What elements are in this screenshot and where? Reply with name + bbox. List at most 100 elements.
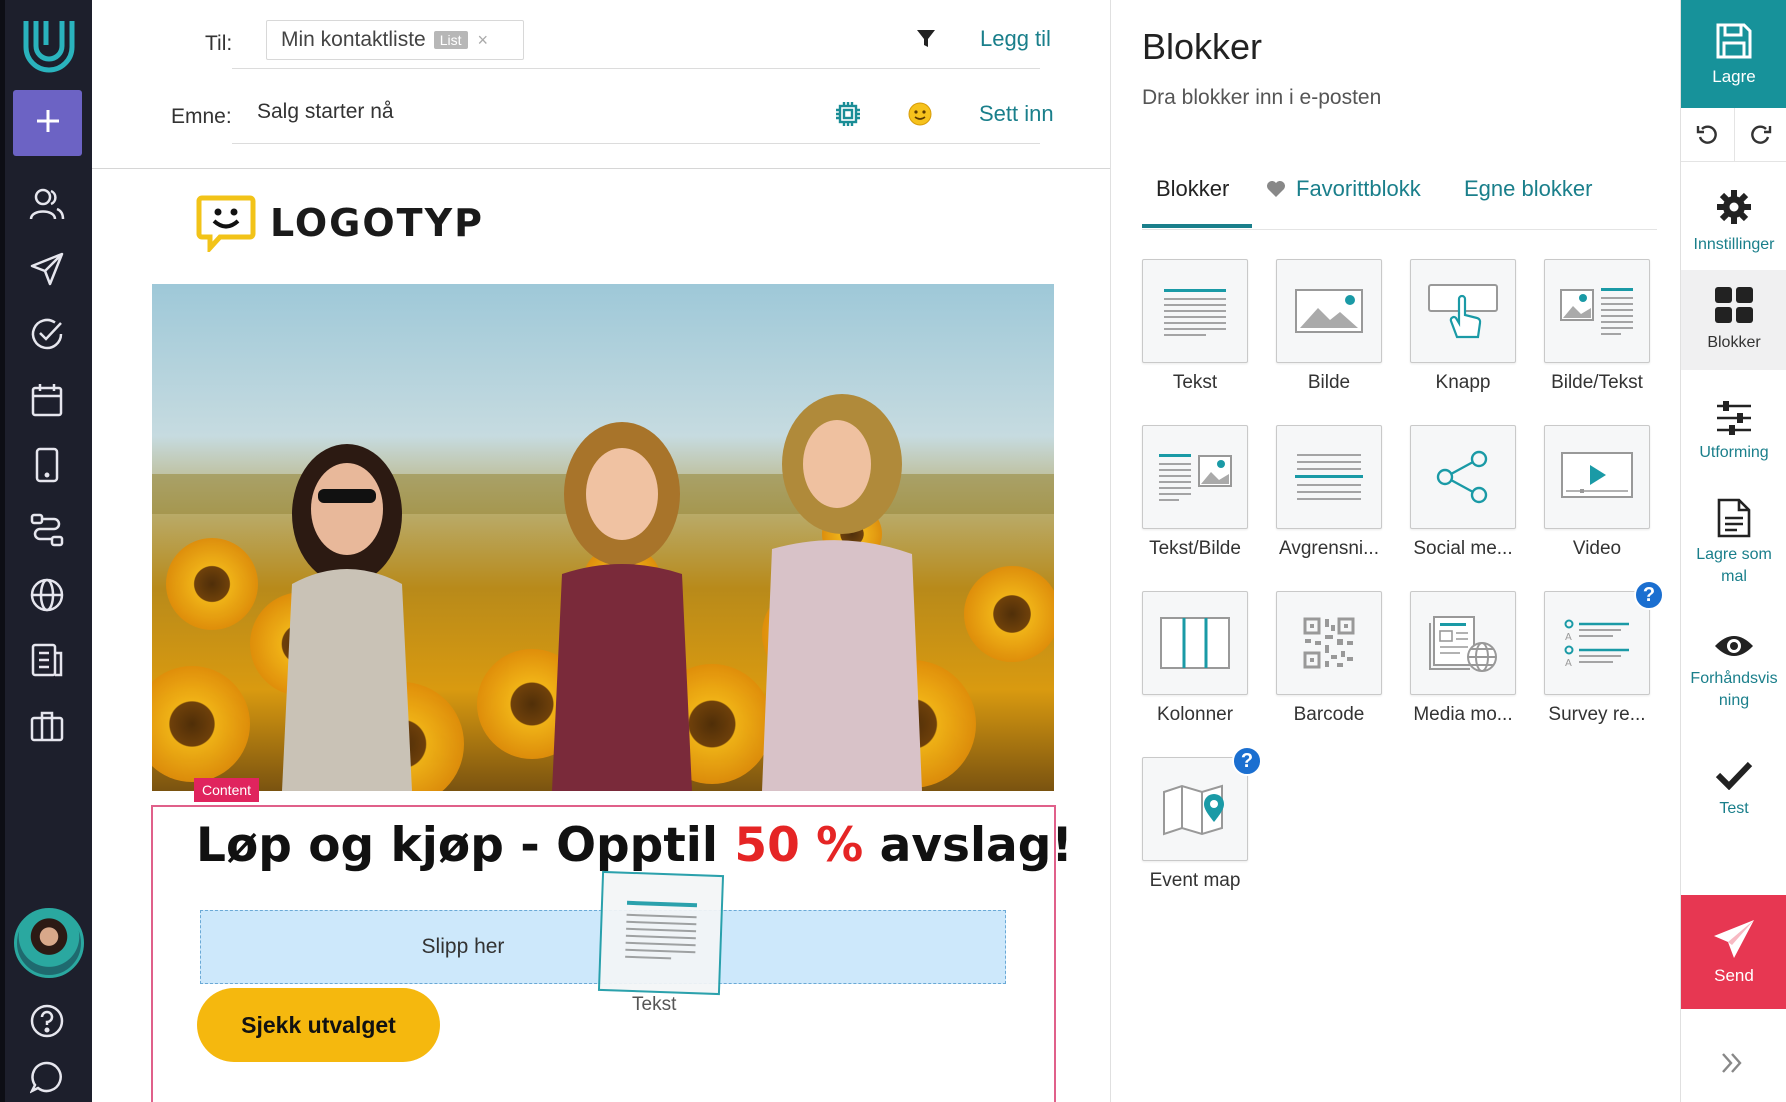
block-divider[interactable] bbox=[1276, 425, 1382, 529]
heart-icon bbox=[1267, 181, 1285, 197]
design-button[interactable]: Utforming bbox=[1681, 400, 1786, 464]
chat-icon[interactable] bbox=[25, 1055, 69, 1099]
chevron-double-right-icon bbox=[1722, 1053, 1742, 1073]
check-circle-icon[interactable] bbox=[25, 312, 69, 356]
send-icon[interactable] bbox=[25, 247, 69, 291]
drop-zone-label: Slipp her bbox=[421, 935, 505, 958]
recipient-chip[interactable]: Min kontaktliste List × bbox=[266, 20, 524, 60]
divider bbox=[232, 68, 1040, 69]
recipient-name: Min kontaktliste bbox=[281, 28, 426, 51]
barcode-block-icon bbox=[1303, 617, 1355, 669]
create-button[interactable] bbox=[13, 90, 82, 156]
add-recipient-link[interactable]: Legg til bbox=[980, 26, 1051, 52]
blocks-button[interactable]: Blokker bbox=[1681, 270, 1786, 370]
text-block-icon bbox=[625, 900, 698, 960]
check-icon bbox=[1715, 761, 1753, 790]
block-label: Media mo... bbox=[1413, 704, 1513, 725]
block-social[interactable] bbox=[1410, 425, 1516, 529]
divider-block-icon bbox=[1295, 454, 1363, 500]
help-badge[interactable]: ? bbox=[1634, 580, 1664, 610]
block-media[interactable] bbox=[1410, 591, 1516, 695]
recipient-type-badge: List bbox=[433, 31, 468, 49]
block-label: Bilde/Tekst bbox=[1551, 372, 1643, 393]
test-button[interactable]: Test bbox=[1681, 760, 1786, 820]
test-label: Test bbox=[1719, 800, 1749, 817]
logo-text: LOGOTYP bbox=[270, 201, 484, 245]
undo-icon bbox=[1697, 124, 1718, 144]
save-label: Lagre bbox=[1712, 67, 1756, 86]
social-block-icon bbox=[1436, 450, 1488, 504]
grid-icon bbox=[1715, 287, 1753, 323]
globe-icon[interactable] bbox=[25, 573, 69, 617]
app-logo[interactable] bbox=[13, 8, 85, 80]
tab-own-blocks[interactable]: Egne blokker bbox=[1464, 176, 1592, 202]
block-label: Event map bbox=[1149, 870, 1241, 891]
block-video[interactable] bbox=[1544, 425, 1650, 529]
block-event-map[interactable] bbox=[1142, 757, 1248, 861]
settings-button[interactable]: Innstillinger bbox=[1681, 188, 1786, 256]
block-label: Video bbox=[1572, 538, 1622, 559]
settings-label: Innstillinger bbox=[1693, 236, 1775, 253]
save-icon bbox=[1716, 23, 1752, 59]
block-text[interactable] bbox=[1142, 259, 1248, 363]
block-label: Survey re... bbox=[1548, 704, 1646, 725]
subject-label: Emne: bbox=[171, 105, 232, 128]
blocks-label: Blokker bbox=[1707, 334, 1761, 351]
plus-icon bbox=[35, 108, 61, 139]
calendar-icon[interactable] bbox=[25, 378, 69, 422]
ai-chip-icon[interactable] bbox=[834, 100, 862, 133]
right-toolbar: Lagre Innstillinger Blokker Utforming La… bbox=[1680, 0, 1786, 1102]
save-template-button[interactable]: Lagre som mal bbox=[1681, 498, 1786, 588]
tab-favorites[interactable]: Favorittblokk bbox=[1266, 176, 1421, 202]
avatar[interactable] bbox=[14, 908, 84, 978]
email-logo[interactable]: LOGOTYP bbox=[196, 194, 484, 252]
text-block-icon bbox=[1164, 289, 1226, 336]
subject-input[interactable]: Salg starter nå bbox=[257, 100, 394, 124]
send-button[interactable]: Send bbox=[1681, 895, 1786, 1009]
block-image-text[interactable] bbox=[1544, 259, 1650, 363]
save-button[interactable]: Lagre bbox=[1681, 0, 1786, 108]
columns-block-icon bbox=[1160, 617, 1230, 669]
cta-button[interactable]: Sjekk utvalget bbox=[197, 988, 440, 1062]
preview-label: Forhåndsvis ning bbox=[1690, 670, 1778, 709]
briefcase-icon[interactable] bbox=[25, 704, 69, 748]
preview-button[interactable]: Forhåndsvis ning bbox=[1681, 632, 1786, 712]
svg-text:A: A bbox=[1565, 658, 1572, 669]
remove-recipient-icon[interactable]: × bbox=[478, 30, 489, 51]
mobile-icon[interactable] bbox=[25, 443, 69, 487]
document-icon bbox=[1717, 498, 1751, 538]
insert-link[interactable]: Sett inn bbox=[979, 101, 1054, 127]
text-image-block-icon bbox=[1159, 454, 1232, 501]
panel-title: Blokker bbox=[1142, 26, 1263, 67]
contacts-icon[interactable] bbox=[25, 182, 69, 226]
redo-button[interactable] bbox=[1735, 108, 1786, 161]
block-barcode[interactable] bbox=[1276, 591, 1382, 695]
dragged-block[interactable] bbox=[597, 870, 725, 996]
workflow-icon[interactable] bbox=[25, 508, 69, 552]
active-tab-indicator bbox=[1142, 224, 1252, 228]
gear-icon bbox=[1717, 190, 1751, 224]
block-label: Avgrensni... bbox=[1279, 538, 1379, 559]
reports-icon[interactable] bbox=[25, 638, 69, 682]
block-image[interactable] bbox=[1276, 259, 1382, 363]
help-icon[interactable] bbox=[25, 999, 69, 1043]
undo-redo bbox=[1681, 108, 1786, 162]
help-badge[interactable]: ? bbox=[1232, 746, 1262, 776]
block-text-image[interactable] bbox=[1142, 425, 1248, 529]
hero-image[interactable] bbox=[152, 284, 1054, 791]
tab-favorites-label: Favorittblokk bbox=[1296, 176, 1421, 201]
block-survey[interactable]: AA bbox=[1544, 591, 1650, 695]
email-headline[interactable]: Løp og kjøp - Opptil 50 % avslag! bbox=[196, 818, 1073, 873]
emoji-icon[interactable] bbox=[908, 102, 932, 131]
tab-blocks[interactable]: Blokker bbox=[1156, 176, 1229, 202]
block-columns[interactable] bbox=[1142, 591, 1248, 695]
block-tabs: Blokker Favorittblokk Egne blokker bbox=[1142, 170, 1657, 230]
collapse-panel-button[interactable] bbox=[1719, 1050, 1745, 1081]
block-label: Tekst/Bilde bbox=[1149, 538, 1241, 559]
filter-icon[interactable] bbox=[915, 28, 937, 55]
block-label: Barcode bbox=[1293, 704, 1365, 725]
block-label: Knapp bbox=[1435, 372, 1491, 393]
undo-button[interactable] bbox=[1681, 108, 1735, 161]
block-button[interactable] bbox=[1410, 259, 1516, 363]
headline-text-end: avslag! bbox=[863, 818, 1073, 873]
